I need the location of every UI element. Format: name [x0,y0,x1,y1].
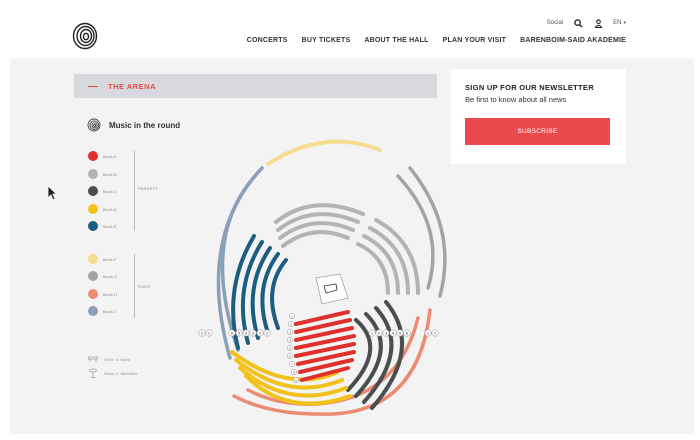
legend-item-block-d[interactable]: Block D [88,204,117,214]
row-bubble: 1 [263,329,271,337]
bench-icon [88,356,98,362]
row-bubble: 6 [287,353,293,359]
legend-label: Block H [103,291,117,297]
site-header: Social EN ▾ CONCERTS BUY TICKETS ABOUT T… [0,0,700,58]
subscribe-button[interactable]: SUBSCRIBE [465,118,610,145]
key-bench-label: Reihe X: Bank [104,356,130,362]
color-swatch [88,169,98,179]
row-bubble: 2 [375,329,383,337]
parkett-bracket [134,151,135,231]
color-swatch [88,306,98,316]
row-bubble: 2 [256,329,264,337]
newsletter-box: SIGN UP FOR OUR NEWSLETTER Be first to k… [451,69,626,164]
arena-accordion-header[interactable]: — THE ARENA [74,74,437,98]
color-swatch [88,186,98,196]
section-heading: Music in the round [87,118,180,132]
block-legend: Block A Block B Block C Block D Block E … [88,151,178,381]
mouse-cursor-icon [47,185,57,201]
key-bench: Reihe X: Bank [88,356,130,362]
legend-item-block-c[interactable]: Block C [88,186,117,196]
block-f-top[interactable] [266,139,382,166]
arena-title: THE ARENA [108,81,156,91]
row-bubble: 5 [287,345,293,351]
rang-bracket [134,254,135,318]
logo-fingerprint-icon[interactable] [72,20,98,50]
row-bubble: 5 [396,329,404,337]
search-icon[interactable] [573,18,583,28]
color-swatch [88,151,98,161]
legend-label: Block D [103,206,117,212]
row-bubble: 3 [249,329,257,337]
row-bubble: 3 [382,329,390,337]
language-label: EN [613,20,622,26]
row-bubble: 4 [242,329,250,337]
main-nav: CONCERTS BUY TICKETS ABOUT THE HALL PLAN… [247,37,626,44]
row-bubble: 1 [289,313,295,319]
color-swatch [88,254,98,264]
legend-item-block-f[interactable]: Block F [88,254,116,264]
music-in-the-round-label: Music in the round [109,120,181,130]
row-bubble: 7 [289,361,295,367]
nav-concerts[interactable]: CONCERTS [247,37,288,44]
legend-item-block-e[interactable]: Block E [88,221,117,231]
rang-label: RANG [138,284,151,289]
legend-label: Block A [103,153,117,159]
legend-label: Block E [103,223,117,229]
block-c-row-4[interactable] [370,300,405,410]
nav-plan-your-visit[interactable]: PLAN YOUR VISIT [443,37,507,44]
nav-barenboim-said-akademie[interactable]: BARENBOIM-SAID AKADEMIE [520,37,626,44]
parkett-label: PARKETT [138,186,159,191]
legend-label: Block J [103,308,116,314]
block-e-row-1[interactable] [270,258,288,330]
row-bubble: 2 [198,329,206,337]
color-swatch [88,204,98,214]
key-stool-label: Reihe X: Barstühle [104,370,138,376]
fingerprint-icon [87,118,101,132]
row-bubble: 8 [291,369,297,375]
row-bubble: 4 [389,329,397,337]
legend-label: Block G [103,273,118,279]
language-selector[interactable]: EN ▾ [613,20,626,26]
user-icon[interactable] [593,18,603,28]
legend-label: Block C [103,188,117,194]
chevron-down-icon: ▾ [623,20,626,26]
legend-item-block-a[interactable]: Block A [88,151,116,161]
legend-item-block-j[interactable]: Block J [88,306,116,316]
stool-icon [89,368,97,378]
row-bubble: 9 [293,377,299,383]
collapse-icon: — [88,80,98,92]
color-swatch [88,221,98,231]
row-bubble: 5 [235,329,243,337]
row-bubble: 2 [431,329,439,337]
color-swatch [88,271,98,281]
block-b-row-1[interactable] [281,230,350,248]
row-bubble: 4 [287,337,293,343]
row-bubble: 1 [424,329,432,337]
nav-about-the-hall[interactable]: ABOUT THE HALL [364,37,428,44]
row-bubble: 6 [228,329,236,337]
top-utility-bar: Social EN ▾ [547,18,626,28]
row-bubble: 6 [403,329,411,337]
color-swatch [88,289,98,299]
newsletter-title: SIGN UP FOR OUR NEWSLETTER [465,83,594,92]
nav-buy-tickets[interactable]: BUY TICKETS [302,37,351,44]
legend-item-block-b[interactable]: Block B [88,169,117,179]
stage [315,273,349,305]
legend-label: Block F [103,256,117,262]
row-bubble: 1 [205,329,213,337]
newsletter-subtitle: Be first to know about all news [465,95,567,104]
legend-item-block-h[interactable]: Block H [88,289,117,299]
row-bubble: 2 [288,321,294,327]
social-link[interactable]: Social [547,20,563,26]
row-bubble: 3 [287,329,293,335]
seat-map: 2 1 6 5 4 3 2 1 1 2 3 4 5 6 1 2 1 2 3 4 … [198,139,447,416]
page-content: — THE ARENA Music in the round Block A B… [10,58,694,434]
legend-item-block-g[interactable]: Block G [88,271,117,281]
row-bubble: 1 [368,329,376,337]
key-stool: Reihe X: Barstühle [88,368,137,378]
legend-label: Block B [103,171,117,177]
